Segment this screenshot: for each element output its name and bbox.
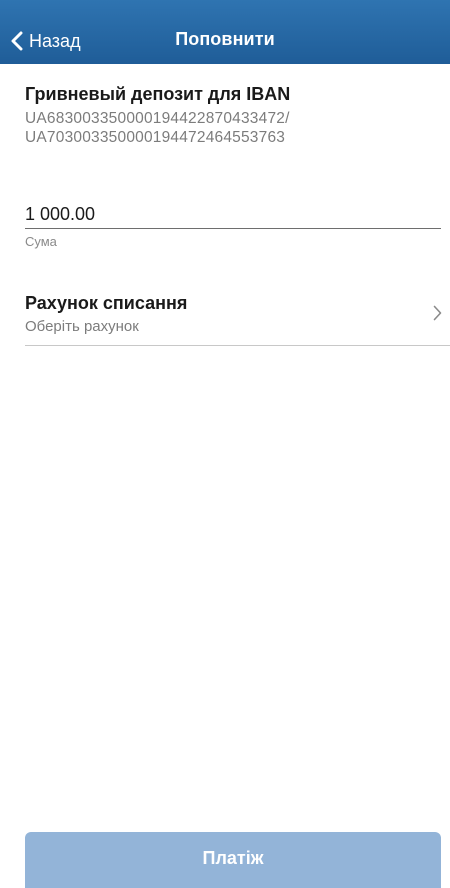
deposit-title: Гривневый депозит для IBAN [25,84,291,104]
pay-button[interactable]: Платіж [25,832,441,888]
nav-bar: Назад Поповнити [0,0,450,64]
amount-caption: Сума [25,234,57,249]
chevron-right-icon [433,305,442,321]
account-title: Рахунок списання [25,293,188,313]
amount-input[interactable]: 1 000.00 [25,204,95,225]
amount-underline [25,228,441,229]
page-title: Поповнити [175,29,275,49]
iban-line: UA683003350000194422870433472/ [25,110,290,127]
account-hint: Оберіть рахунок [25,318,139,335]
iban-line: UA703003350000194472464553763 [25,129,286,146]
debit-account-selector[interactable]: Рахунок списання Оберіть рахунок [25,280,450,346]
divider [25,345,450,346]
